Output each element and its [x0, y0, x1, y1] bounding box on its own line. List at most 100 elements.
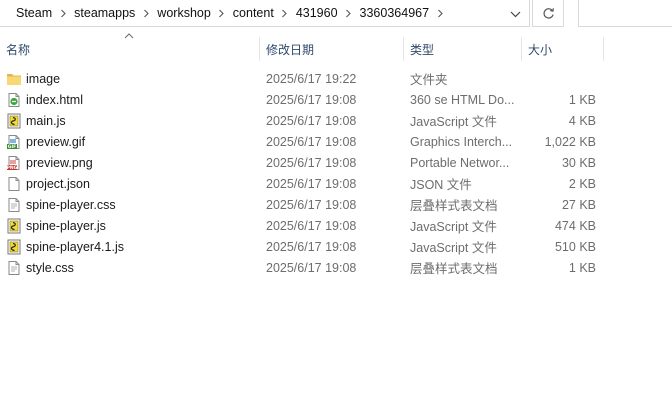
file-date: 2025/6/17 19:08: [266, 218, 357, 233]
file-date: 2025/6/17 19:08: [266, 134, 357, 149]
search-input[interactable]: [578, 0, 672, 27]
column-header-size-label: 大小: [528, 42, 553, 57]
column-header-date[interactable]: 修改日期: [260, 37, 404, 61]
breadcrumb-item[interactable]: 431960: [290, 6, 344, 20]
column-header-size[interactable]: 大小: [522, 37, 604, 61]
file-row[interactable]: spine-player4.1.js 2025/6/17 19:08 JavaScr…: [0, 236, 672, 257]
file-date: 2025/6/17 19:08: [266, 155, 357, 170]
breadcrumb-item[interactable]: content: [227, 6, 280, 20]
file-row[interactable]: main.js 2025/6/17 19:08 JavaScript 文件 4 KB: [0, 110, 672, 131]
chevron-right-icon[interactable]: [344, 8, 354, 18]
file-name-cell: GIF preview.gif: [6, 131, 256, 152]
file-name-cell: main.js: [6, 110, 256, 131]
file-row[interactable]: image 2025/6/17 19:22 文件夹: [0, 68, 672, 89]
file-date: 2025/6/17 19:08: [266, 197, 357, 212]
column-header-type[interactable]: 类型: [404, 37, 522, 61]
file-name-cell: style.css: [6, 257, 256, 278]
file-name: style.css: [26, 260, 74, 275]
file-name: main.js: [26, 113, 66, 128]
file-name: preview.png: [26, 155, 93, 170]
column-header-type-label: 类型: [410, 42, 435, 57]
file-name: index.html: [26, 92, 83, 107]
file-size: 1 KB: [568, 260, 596, 275]
column-header-row: 名称 修改日期 类型 大小: [0, 37, 672, 61]
file-name: preview.gif: [26, 134, 86, 149]
file-size: 27 KB: [561, 197, 596, 212]
file-size: 1,022 KB: [544, 134, 596, 149]
file-type: JavaScript 文件: [410, 220, 497, 234]
breadcrumb-item[interactable]: workshop: [151, 6, 217, 20]
json-file-icon: [6, 176, 22, 192]
file-date: 2025/6/17 19:08: [266, 260, 357, 275]
file-date: 2025/6/17 19:08: [266, 239, 357, 254]
file-type: JavaScript 文件: [410, 115, 497, 129]
js-file-icon: [6, 239, 22, 255]
chevron-right-icon[interactable]: [435, 8, 445, 18]
file-row[interactable]: PNG preview.png 2025/6/17 19:08 Portable Ne…: [0, 152, 672, 173]
file-row[interactable]: spine-player.js 2025/6/17 19:08 JavaScript…: [0, 215, 672, 236]
js-file-icon: [6, 113, 22, 129]
file-size: 4 KB: [568, 113, 596, 128]
css-file-icon: [6, 197, 22, 213]
file-name-cell: project.json: [6, 173, 256, 194]
file-name: project.json: [26, 176, 90, 191]
file-name: spine-player.css: [26, 197, 116, 212]
file-size: [524, 68, 596, 89]
file-name: image: [26, 71, 61, 86]
chevron-right-icon[interactable]: [141, 8, 151, 18]
file-list: image 2025/6/17 19:22 文件夹 index.html 2025/6/…: [0, 68, 672, 278]
column-header-date-label: 修改日期: [266, 42, 315, 57]
html-file-icon: [6, 92, 22, 108]
file-date: 2025/6/17 19:08: [266, 113, 357, 128]
file-date: 2025/6/17 19:08: [266, 176, 357, 191]
file-size: 474 KB: [554, 218, 596, 233]
js-file-icon: [6, 218, 22, 234]
svg-text:GIF: GIF: [8, 144, 16, 150]
file-type: 文件夹: [410, 73, 448, 87]
chevron-right-icon[interactable]: [58, 8, 68, 18]
file-name-cell: PNG preview.png: [6, 152, 256, 173]
file-size: 1 KB: [568, 92, 596, 107]
file-type: Portable Networ...: [410, 155, 510, 170]
file-name-cell: spine-player.js: [6, 215, 256, 236]
file-size: 2 KB: [568, 176, 596, 191]
file-type: JavaScript 文件: [410, 241, 497, 255]
file-name-cell: index.html: [6, 89, 256, 110]
refresh-button[interactable]: [532, 0, 564, 27]
file-type: 层叠样式表文档: [410, 199, 498, 213]
refresh-icon: [542, 7, 554, 19]
file-date: 2025/6/17 19:22: [266, 71, 357, 86]
breadcrumb-item[interactable]: 3360364967: [354, 6, 436, 20]
css-file-icon: [6, 260, 22, 276]
breadcrumb: Steam steamapps workshop content 431960 33603…: [0, 0, 445, 26]
chevron-down-icon[interactable]: [507, 6, 523, 22]
file-size: 510 KB: [554, 239, 596, 254]
file-type: 360 se HTML Do...: [410, 92, 515, 107]
file-size: 30 KB: [561, 155, 596, 170]
file-name-cell: spine-player4.1.js: [6, 236, 256, 257]
column-header-name[interactable]: 名称: [0, 37, 260, 61]
file-row[interactable]: spine-player.css 2025/6/17 19:08 层叠样式表文档 27…: [0, 194, 672, 215]
svg-text:PNG: PNG: [7, 165, 18, 171]
column-header-name-label: 名称: [6, 42, 31, 57]
folder-icon: [6, 71, 22, 87]
png-file-icon: PNG: [6, 155, 22, 171]
file-name-cell: spine-player.css: [6, 194, 256, 215]
file-type: Graphics Interch...: [410, 134, 513, 149]
file-name: spine-player.js: [26, 218, 106, 233]
file-row[interactable]: style.css 2025/6/17 19:08 层叠样式表文档 1 KB: [0, 257, 672, 278]
file-type: 层叠样式表文档: [410, 262, 498, 276]
file-row[interactable]: GIF preview.gif 2025/6/17 19:08 Graphics In…: [0, 131, 672, 152]
file-name-cell: image: [6, 68, 256, 89]
file-type: JSON 文件: [410, 178, 472, 192]
chevron-right-icon[interactable]: [280, 8, 290, 18]
file-name: spine-player4.1.js: [26, 239, 124, 254]
file-row[interactable]: project.json 2025/6/17 19:08 JSON 文件 2 KB: [0, 173, 672, 194]
breadcrumb-item[interactable]: Steam: [0, 6, 58, 20]
breadcrumb-item[interactable]: steamapps: [68, 6, 141, 20]
file-row[interactable]: index.html 2025/6/17 19:08 360 se HTML Do.…: [0, 89, 672, 110]
chevron-right-icon[interactable]: [217, 8, 227, 18]
file-date: 2025/6/17 19:08: [266, 92, 357, 107]
address-bar[interactable]: Steam steamapps workshop content 431960 33603…: [0, 0, 530, 27]
gif-file-icon: GIF: [6, 134, 22, 150]
